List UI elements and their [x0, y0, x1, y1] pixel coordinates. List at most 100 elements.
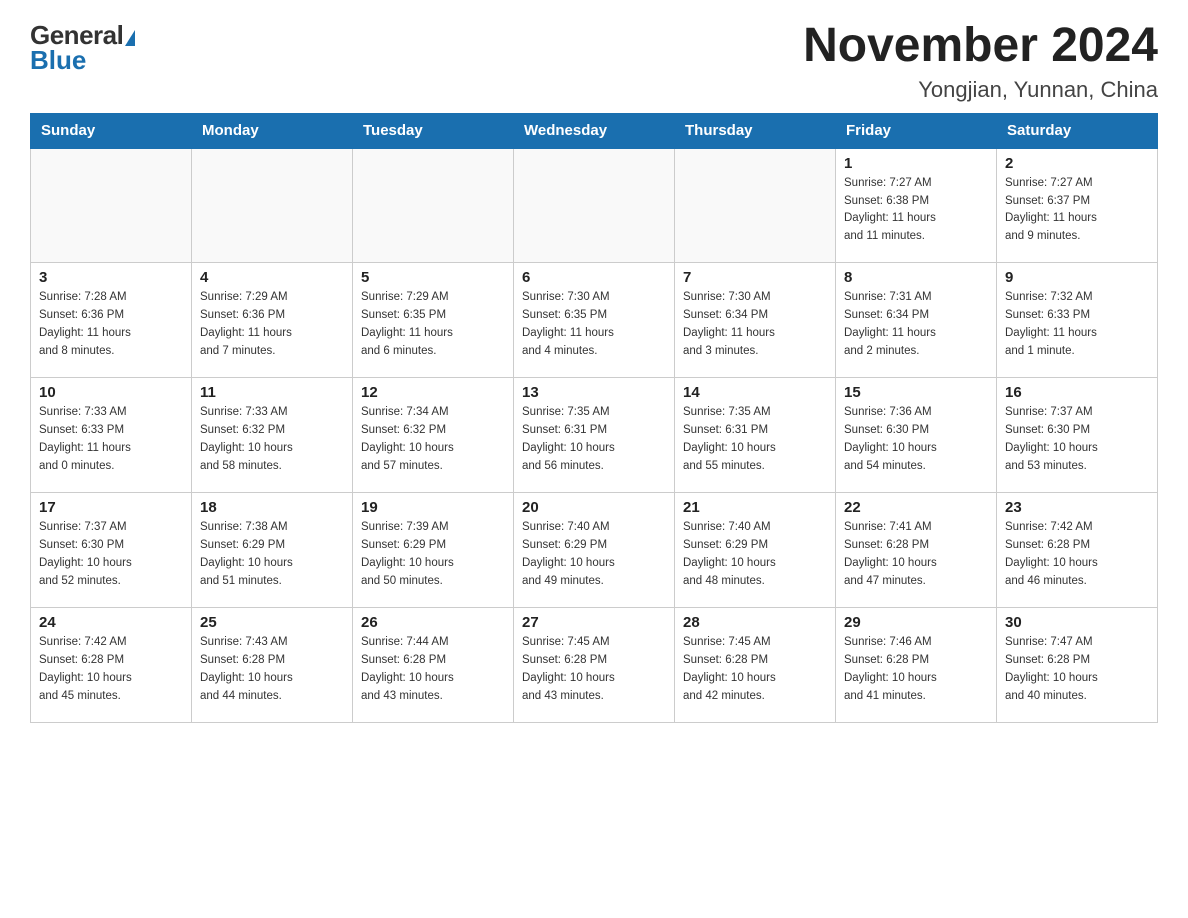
day-number: 24: [39, 614, 183, 631]
calendar-cell: 24 Sunrise: 7:42 AMSunset: 6:28 PMDayligh…: [31, 608, 192, 723]
sun-info: Sunrise: 7:42 AMSunset: 6:28 PMDaylight:…: [39, 634, 183, 705]
calendar-cell: [514, 148, 675, 263]
calendar-cell: 15Sunrise: 7:36 AMSunset: 6:30 PMDayligh…: [836, 378, 997, 493]
day-number: 11: [200, 384, 344, 401]
calendar-cell: [353, 148, 514, 263]
sun-info: Sunrise: 7:35 AMSunset: 6:31 PMDaylight:…: [683, 404, 827, 475]
day-number: 21: [683, 499, 827, 516]
calendar-table: SundayMondayTuesdayWednesdayThursdayFrid…: [30, 113, 1158, 724]
logo: General Blue: [30, 20, 135, 76]
day-number: 13: [522, 384, 666, 401]
sun-info: Sunrise: 7:45 AMSunset: 6:28 PMDaylight:…: [522, 634, 666, 705]
sun-info: Sunrise: 7:40 AMSunset: 6:29 PMDaylight:…: [522, 519, 666, 590]
calendar-cell: 25 Sunrise: 7:43 AMSunset: 6:28 PMDayligh…: [192, 608, 353, 723]
day-number: 28: [683, 614, 827, 631]
sun-info: Sunrise: 7:40 AMSunset: 6:29 PMDaylight:…: [683, 519, 827, 590]
calendar-cell: 19 Sunrise: 7:39 AMSunset: 6:29 PMDayligh…: [353, 493, 514, 608]
calendar-header: SundayMondayTuesdayWednesdayThursdayFrid…: [31, 113, 1158, 148]
sun-info: Sunrise: 7:27 AMSunset: 6:38 PMDaylight:…: [844, 175, 988, 246]
week-row-5: 24 Sunrise: 7:42 AMSunset: 6:28 PMDayligh…: [31, 608, 1158, 723]
day-number: 20: [522, 499, 666, 516]
day-number: 22: [844, 499, 988, 516]
header-cell-friday: Friday: [836, 113, 997, 148]
logo-triangle-icon: [125, 30, 135, 46]
calendar-cell: 6Sunrise: 7:30 AMSunset: 6:35 PMDaylight…: [514, 263, 675, 378]
day-number: 7: [683, 269, 827, 286]
calendar-cell: 10Sunrise: 7:33 AMSunset: 6:33 PMDayligh…: [31, 378, 192, 493]
calendar-cell: [31, 148, 192, 263]
day-number: 2: [1005, 155, 1149, 172]
month-title: November 2024: [803, 20, 1158, 73]
calendar-cell: 16 Sunrise: 7:37 AMSunset: 6:30 PMDayligh…: [997, 378, 1158, 493]
calendar-cell: 4 Sunrise: 7:29 AMSunset: 6:36 PMDaylight…: [192, 263, 353, 378]
calendar-cell: 17 Sunrise: 7:37 AMSunset: 6:30 PMDayligh…: [31, 493, 192, 608]
header-cell-thursday: Thursday: [675, 113, 836, 148]
sun-info: Sunrise: 7:28 AMSunset: 6:36 PMDaylight:…: [39, 289, 183, 360]
location-title: Yongjian, Yunnan, China: [803, 77, 1158, 103]
sun-info: Sunrise: 7:34 AMSunset: 6:32 PMDaylight:…: [361, 404, 505, 475]
sun-info: Sunrise: 7:38 AMSunset: 6:29 PMDaylight:…: [200, 519, 344, 590]
sun-info: Sunrise: 7:39 AMSunset: 6:29 PMDaylight:…: [361, 519, 505, 590]
sun-info: Sunrise: 7:42 AMSunset: 6:28 PMDaylight:…: [1005, 519, 1149, 590]
sun-info: Sunrise: 7:33 AMSunset: 6:32 PMDaylight:…: [200, 404, 344, 475]
day-number: 5: [361, 269, 505, 286]
sun-info: Sunrise: 7:46 AMSunset: 6:28 PMDaylight:…: [844, 634, 988, 705]
day-number: 19: [361, 499, 505, 516]
sun-info: Sunrise: 7:29 AMSunset: 6:36 PMDaylight:…: [200, 289, 344, 360]
sun-info: Sunrise: 7:35 AMSunset: 6:31 PMDaylight:…: [522, 404, 666, 475]
calendar-cell: 12 Sunrise: 7:34 AMSunset: 6:32 PMDayligh…: [353, 378, 514, 493]
sun-info: Sunrise: 7:37 AMSunset: 6:30 PMDaylight:…: [1005, 404, 1149, 475]
day-number: 16: [1005, 384, 1149, 401]
day-number: 18: [200, 499, 344, 516]
day-number: 17: [39, 499, 183, 516]
day-number: 29: [844, 614, 988, 631]
sun-info: Sunrise: 7:33 AMSunset: 6:33 PMDaylight:…: [39, 404, 183, 475]
calendar-cell: 3 Sunrise: 7:28 AMSunset: 6:36 PMDaylight…: [31, 263, 192, 378]
day-number: 15: [844, 384, 988, 401]
sun-info: Sunrise: 7:43 AMSunset: 6:28 PMDaylight:…: [200, 634, 344, 705]
header-cell-saturday: Saturday: [997, 113, 1158, 148]
sun-info: Sunrise: 7:37 AMSunset: 6:30 PMDaylight:…: [39, 519, 183, 590]
day-number: 1: [844, 155, 988, 172]
calendar-cell: 5 Sunrise: 7:29 AMSunset: 6:35 PMDaylight…: [353, 263, 514, 378]
day-number: 25: [200, 614, 344, 631]
calendar-cell: 1 Sunrise: 7:27 AMSunset: 6:38 PMDaylight…: [836, 148, 997, 263]
calendar-cell: 28 Sunrise: 7:45 AMSunset: 6:28 PMDayligh…: [675, 608, 836, 723]
calendar-cell: 21 Sunrise: 7:40 AMSunset: 6:29 PMDayligh…: [675, 493, 836, 608]
calendar-cell: 8 Sunrise: 7:31 AMSunset: 6:34 PMDaylight…: [836, 263, 997, 378]
sun-info: Sunrise: 7:45 AMSunset: 6:28 PMDaylight:…: [683, 634, 827, 705]
calendar-cell: 13 Sunrise: 7:35 AMSunset: 6:31 PMDayligh…: [514, 378, 675, 493]
logo-blue-text: Blue: [30, 45, 86, 76]
sun-info: Sunrise: 7:31 AMSunset: 6:34 PMDaylight:…: [844, 289, 988, 360]
calendar-cell: 29 Sunrise: 7:46 AMSunset: 6:28 PMDayligh…: [836, 608, 997, 723]
day-number: 12: [361, 384, 505, 401]
calendar-cell: 22 Sunrise: 7:41 AMSunset: 6:28 PMDayligh…: [836, 493, 997, 608]
week-row-4: 17 Sunrise: 7:37 AMSunset: 6:30 PMDayligh…: [31, 493, 1158, 608]
sun-info: Sunrise: 7:41 AMSunset: 6:28 PMDaylight:…: [844, 519, 988, 590]
header-cell-sunday: Sunday: [31, 113, 192, 148]
calendar-cell: 27Sunrise: 7:45 AMSunset: 6:28 PMDayligh…: [514, 608, 675, 723]
calendar-cell: 14Sunrise: 7:35 AMSunset: 6:31 PMDayligh…: [675, 378, 836, 493]
day-number: 30: [1005, 614, 1149, 631]
day-number: 9: [1005, 269, 1149, 286]
sun-info: Sunrise: 7:47 AMSunset: 6:28 PMDaylight:…: [1005, 634, 1149, 705]
day-number: 4: [200, 269, 344, 286]
day-number: 3: [39, 269, 183, 286]
sun-info: Sunrise: 7:27 AMSunset: 6:37 PMDaylight:…: [1005, 175, 1149, 246]
calendar-body: 1 Sunrise: 7:27 AMSunset: 6:38 PMDaylight…: [31, 148, 1158, 723]
header-cell-wednesday: Wednesday: [514, 113, 675, 148]
calendar-cell: 20 Sunrise: 7:40 AMSunset: 6:29 PMDayligh…: [514, 493, 675, 608]
day-number: 8: [844, 269, 988, 286]
calendar-cell: 2 Sunrise: 7:27 AMSunset: 6:37 PMDaylight…: [997, 148, 1158, 263]
calendar-cell: 26Sunrise: 7:44 AMSunset: 6:28 PMDayligh…: [353, 608, 514, 723]
header-cell-monday: Monday: [192, 113, 353, 148]
sun-info: Sunrise: 7:32 AMSunset: 6:33 PMDaylight:…: [1005, 289, 1149, 360]
day-number: 6: [522, 269, 666, 286]
day-number: 23: [1005, 499, 1149, 516]
calendar-cell: 9 Sunrise: 7:32 AMSunset: 6:33 PMDaylight…: [997, 263, 1158, 378]
calendar-cell: 11 Sunrise: 7:33 AMSunset: 6:32 PMDayligh…: [192, 378, 353, 493]
sun-info: Sunrise: 7:29 AMSunset: 6:35 PMDaylight:…: [361, 289, 505, 360]
calendar-cell: 7Sunrise: 7:30 AMSunset: 6:34 PMDaylight…: [675, 263, 836, 378]
calendar-cell: [192, 148, 353, 263]
calendar-cell: [675, 148, 836, 263]
